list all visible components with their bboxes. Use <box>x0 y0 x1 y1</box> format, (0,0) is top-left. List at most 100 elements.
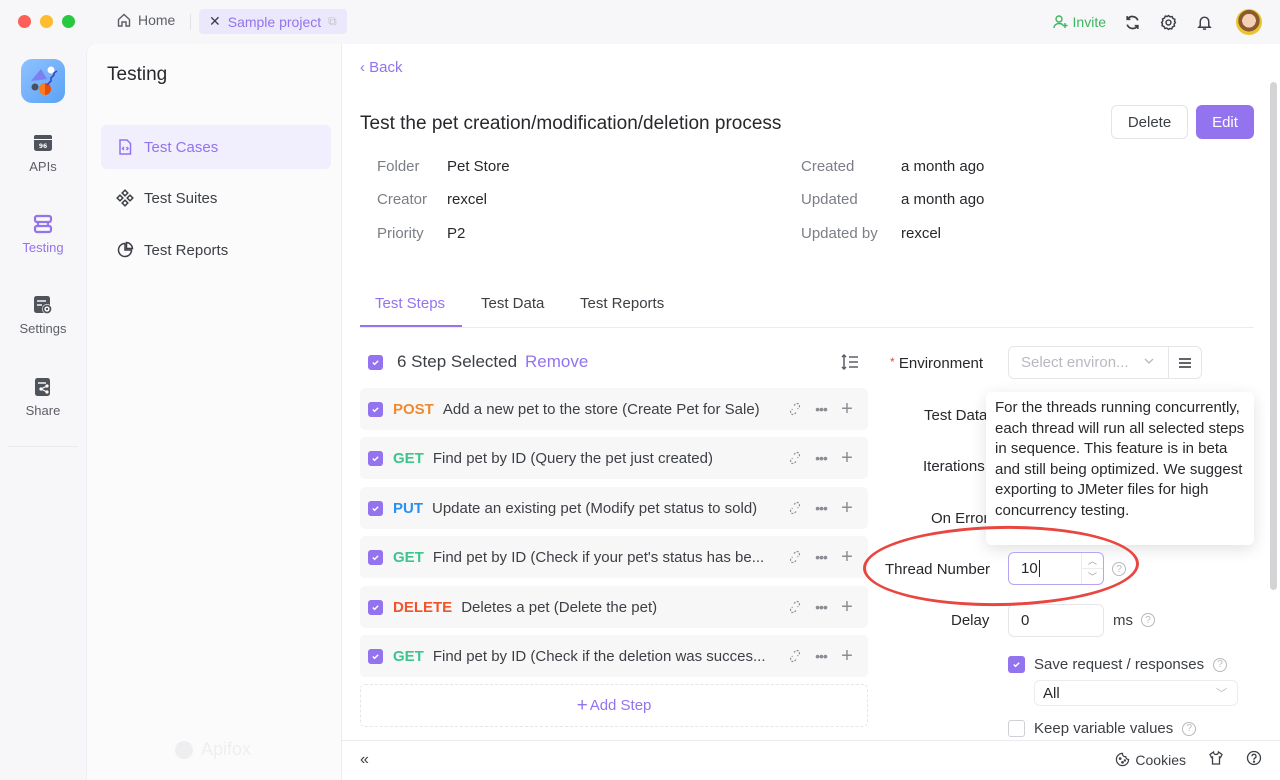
decrement-icon[interactable]: ﹀ <box>1082 568 1103 584</box>
tab-test-steps[interactable]: Test Steps <box>375 295 445 312</box>
more-icon[interactable]: ••• <box>814 500 828 516</box>
environment-select[interactable]: Select environ... <box>1008 346 1202 379</box>
more-icon[interactable]: ••• <box>814 648 828 664</box>
step-checkbox[interactable] <box>368 549 383 565</box>
back-link[interactable]: ‹ Back <box>360 59 403 76</box>
thread-number-stepper[interactable]: ︿ ﹀ <box>1081 553 1103 584</box>
save-responses-help-icon[interactable]: ? <box>1213 657 1228 672</box>
step-row[interactable]: GET Find pet by ID (Query the pet just cr… <box>360 437 868 479</box>
help-icon[interactable] <box>1246 750 1262 769</box>
invite-button[interactable]: Invite <box>1052 14 1106 30</box>
thread-number-input[interactable]: 10 ︿ ﹀ <box>1008 552 1104 585</box>
close-window-button[interactable] <box>18 15 31 28</box>
environment-placeholder[interactable]: Select environ... <box>1009 354 1142 371</box>
step-row[interactable]: GET Find pet by ID (Check if the deletion… <box>360 635 868 677</box>
chevron-down-icon: ﹀ <box>1216 688 1227 700</box>
rail-item-settings[interactable]: Settings <box>0 294 86 336</box>
save-responses-label: Save request / responses <box>1034 656 1205 673</box>
rail-item-share[interactable]: Share <box>0 376 86 418</box>
more-icon[interactable]: ••• <box>814 401 828 417</box>
step-checkbox[interactable] <box>368 599 383 615</box>
http-method-badge: DELETE <box>393 598 453 616</box>
edit-button[interactable]: Edit <box>1196 105 1254 139</box>
meta-creator: Creator rexcel <box>377 191 488 208</box>
user-avatar[interactable] <box>1236 9 1262 35</box>
unlink-icon[interactable] <box>788 501 802 515</box>
chevron-down-icon[interactable] <box>1142 354 1162 372</box>
thread-number-tooltip: For the threads running concurrently, ea… <box>986 392 1254 545</box>
delay-unit: ms <box>1113 612 1133 629</box>
step-row[interactable]: DELETE Deletes a pet (Delete the pet) ••• + <box>360 586 868 628</box>
tab-test-data[interactable]: Test Data <box>481 295 544 312</box>
home-icon <box>117 13 131 27</box>
add-icon[interactable]: + <box>840 546 854 568</box>
step-row[interactable]: GET Find pet by ID (Check if your pet's s… <box>360 536 868 578</box>
open-external-icon[interactable]: ⧉ <box>328 14 337 29</box>
meta-created: Created a month ago <box>801 158 985 175</box>
step-name: Update an existing pet (Modify pet statu… <box>432 499 758 517</box>
maximize-window-button[interactable] <box>62 15 75 28</box>
sync-icon[interactable] <box>1122 12 1142 32</box>
save-responses-checkbox[interactable] <box>1008 656 1025 673</box>
add-icon[interactable]: + <box>840 645 854 667</box>
apifox-logo <box>21 59 65 103</box>
selected-count: 6 Step Selected <box>397 352 518 371</box>
thread-number-help-icon[interactable]: ? <box>1112 562 1126 576</box>
gear-icon[interactable] <box>1158 12 1178 32</box>
test-data-label: Test Data <box>924 407 988 424</box>
rail-item-testing[interactable]: Testing <box>0 213 86 255</box>
step-checkbox[interactable] <box>368 500 383 516</box>
add-step-button[interactable]: + Add Step <box>360 684 868 727</box>
add-icon[interactable]: + <box>840 497 854 519</box>
thread-number-value[interactable]: 10 <box>1009 553 1081 584</box>
rail-item-apis-label: APIs <box>29 159 57 174</box>
unlink-icon[interactable] <box>788 402 802 416</box>
step-row[interactable]: PUT Update an existing pet (Modify pet st… <box>360 487 868 529</box>
sort-steps-icon[interactable] <box>840 352 860 372</box>
remove-button[interactable]: Remove <box>525 352 588 372</box>
delay-help-icon[interactable]: ? <box>1141 613 1155 627</box>
nav-item-test-suites[interactable]: Test Suites <box>101 176 331 220</box>
close-tab-icon[interactable]: ✕ <box>209 13 221 30</box>
step-row[interactable]: POST Add a new pet to the store (Create P… <box>360 388 868 430</box>
step-checkbox[interactable] <box>368 648 383 664</box>
cookies-button[interactable]: Cookies <box>1115 752 1186 768</box>
keep-variables-help-icon[interactable]: ? <box>1182 721 1197 736</box>
save-scope-select[interactable]: All ﹀ <box>1034 680 1238 706</box>
unlink-icon[interactable] <box>788 649 802 663</box>
add-icon[interactable]: + <box>840 398 854 420</box>
environment-manage-button[interactable] <box>1168 347 1201 378</box>
step-checkbox[interactable] <box>368 401 383 417</box>
http-method-badge: GET <box>393 548 424 566</box>
keep-variables-checkbox[interactable] <box>1008 720 1025 737</box>
rail-item-apis[interactable]: 96 APIs <box>0 132 86 174</box>
step-checkbox[interactable] <box>368 450 383 466</box>
keep-variables-label: Keep variable values <box>1034 720 1174 737</box>
unlink-icon[interactable] <box>788 600 802 614</box>
add-icon[interactable]: + <box>840 596 854 618</box>
on-error-label: On Error <box>931 510 989 527</box>
minimize-window-button[interactable] <box>40 15 53 28</box>
vertical-scrollbar[interactable] <box>1270 82 1277 590</box>
more-icon[interactable]: ••• <box>814 549 828 565</box>
theme-shirt-icon[interactable] <box>1208 750 1224 769</box>
thread-number-label: Thread Number <box>885 561 991 578</box>
http-method-badge: PUT <box>393 499 423 517</box>
more-icon[interactable]: ••• <box>814 450 828 466</box>
nav-item-test-cases[interactable]: Test Cases <box>101 125 331 169</box>
nav-item-test-reports[interactable]: Test Reports <box>101 228 331 272</box>
bell-icon[interactable] <box>1194 12 1214 32</box>
more-icon[interactable]: ••• <box>814 599 828 615</box>
unlink-icon[interactable] <box>788 550 802 564</box>
add-icon[interactable]: + <box>840 447 854 469</box>
delay-input[interactable]: 0 <box>1008 604 1104 637</box>
collapse-sidebar-icon[interactable]: « <box>360 751 369 769</box>
select-all-checkbox[interactable] <box>368 354 383 370</box>
delete-button[interactable]: Delete <box>1111 105 1188 139</box>
tab-test-reports[interactable]: Test Reports <box>580 295 664 312</box>
increment-icon[interactable]: ︿ <box>1082 553 1103 568</box>
unlink-icon[interactable] <box>788 451 802 465</box>
home-tab[interactable]: Home <box>116 12 175 28</box>
pie-chart-icon <box>117 241 134 258</box>
project-tab[interactable]: ✕ Sample project ⧉ <box>199 9 347 34</box>
